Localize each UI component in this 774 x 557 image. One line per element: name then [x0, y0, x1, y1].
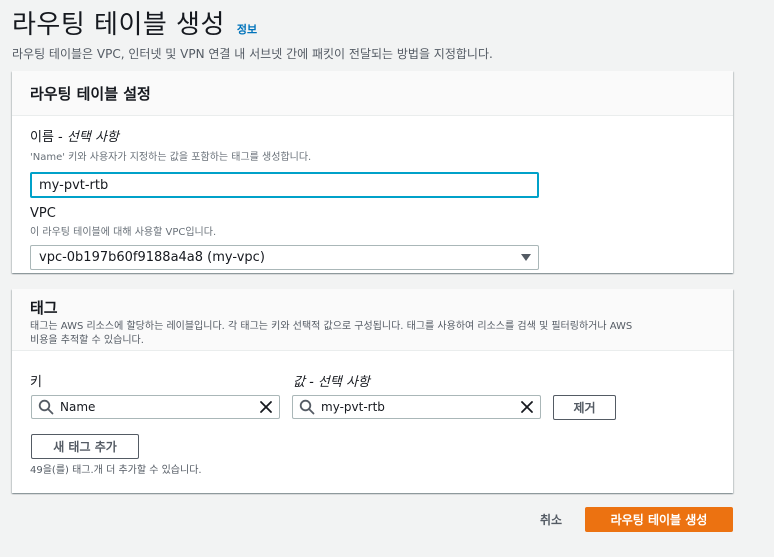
route-table-settings-panel: 라우팅 테이블 설정 이름 - 선택 사항 'Name' 키와 사용자가 지정하…: [12, 71, 733, 273]
tag-key-input[interactable]: Name: [31, 395, 280, 419]
tags-panel-body: 키 값 - 선택 사항 Name my-pvt-rtb 제거 새 태그 추가 4…: [12, 351, 733, 492]
tags-panel: 태그 태그는 AWS 리소스에 할당하는 레이블입니다. 각 태그는 키와 선택…: [12, 289, 733, 493]
vpc-select[interactable]: vpc-0b197b60f9188a4a8 (my-vpc): [30, 245, 539, 270]
vpc-field-description: 이 라우팅 테이블에 대해 사용할 VPC입니다.: [30, 227, 217, 238]
remove-tag-button[interactable]: 제거: [553, 395, 616, 420]
search-icon: [299, 399, 315, 415]
tag-value-label: 값 - 선택 사항: [293, 371, 370, 390]
page-title: 라우팅 테이블 생성: [12, 10, 225, 40]
name-field-label: 이름 - 선택 사항: [30, 126, 715, 145]
name-field-description: 'Name' 키와 사용자가 지정하는 값을 포함하는 태그를 생성합니다.: [30, 152, 312, 163]
settings-panel-title: 라우팅 테이블 설정: [30, 84, 151, 103]
name-label-text: 이름 -: [30, 130, 67, 145]
add-tag-button[interactable]: 새 태그 추가: [31, 434, 139, 459]
chevron-down-icon: [521, 254, 531, 261]
tag-key-label: 키: [30, 375, 42, 390]
page-header: 라우팅 테이블 생성 정보 라우팅 테이블은 VPC, 인터넷 및 VPN 연결…: [12, 4, 762, 62]
tag-value-optional-text: 선택 사항: [317, 375, 370, 390]
tags-panel-title: 태그: [30, 299, 58, 317]
tags-description-line2: 비용을 추적할 수 있습니다.: [30, 335, 144, 346]
search-icon: [38, 399, 54, 415]
tag-key-value: Name: [60, 400, 96, 414]
name-optional-text: 선택 사항: [66, 130, 119, 145]
name-input[interactable]: [30, 172, 539, 198]
tag-value-input[interactable]: my-pvt-rtb: [292, 395, 541, 419]
page-description: 라우팅 테이블은 VPC, 인터넷 및 VPN 연결 내 서브넷 간에 패킷이 …: [12, 47, 493, 61]
clear-icon[interactable]: [259, 400, 273, 414]
vpc-field-label: VPC: [30, 206, 56, 221]
tags-description-line1: 태그는 AWS 리소스에 할당하는 레이블입니다. 각 태그는 키와 선택적 값…: [30, 321, 633, 332]
settings-panel-body: 이름 - 선택 사항 'Name' 키와 사용자가 지정하는 값을 포함하는 태…: [12, 116, 733, 270]
title-row: 라우팅 테이블 생성 정보: [12, 4, 762, 41]
info-link[interactable]: 정보: [237, 21, 257, 37]
cancel-button[interactable]: 취소: [540, 511, 562, 528]
tag-value-label-text: 값 -: [293, 375, 318, 390]
vpc-select-value: vpc-0b197b60f9188a4a8 (my-vpc): [39, 250, 265, 265]
tag-limit-hint: 49을(를) 태그.개 더 추가할 수 있습니다.: [30, 465, 202, 476]
clear-icon[interactable]: [520, 400, 534, 414]
tags-panel-header: 태그 태그는 AWS 리소스에 할당하는 레이블입니다. 각 태그는 키와 선택…: [12, 289, 733, 351]
create-route-table-button[interactable]: 라우팅 테이블 생성: [585, 507, 733, 532]
tag-value-value: my-pvt-rtb: [321, 400, 385, 414]
settings-panel-header: 라우팅 테이블 설정: [12, 71, 733, 116]
